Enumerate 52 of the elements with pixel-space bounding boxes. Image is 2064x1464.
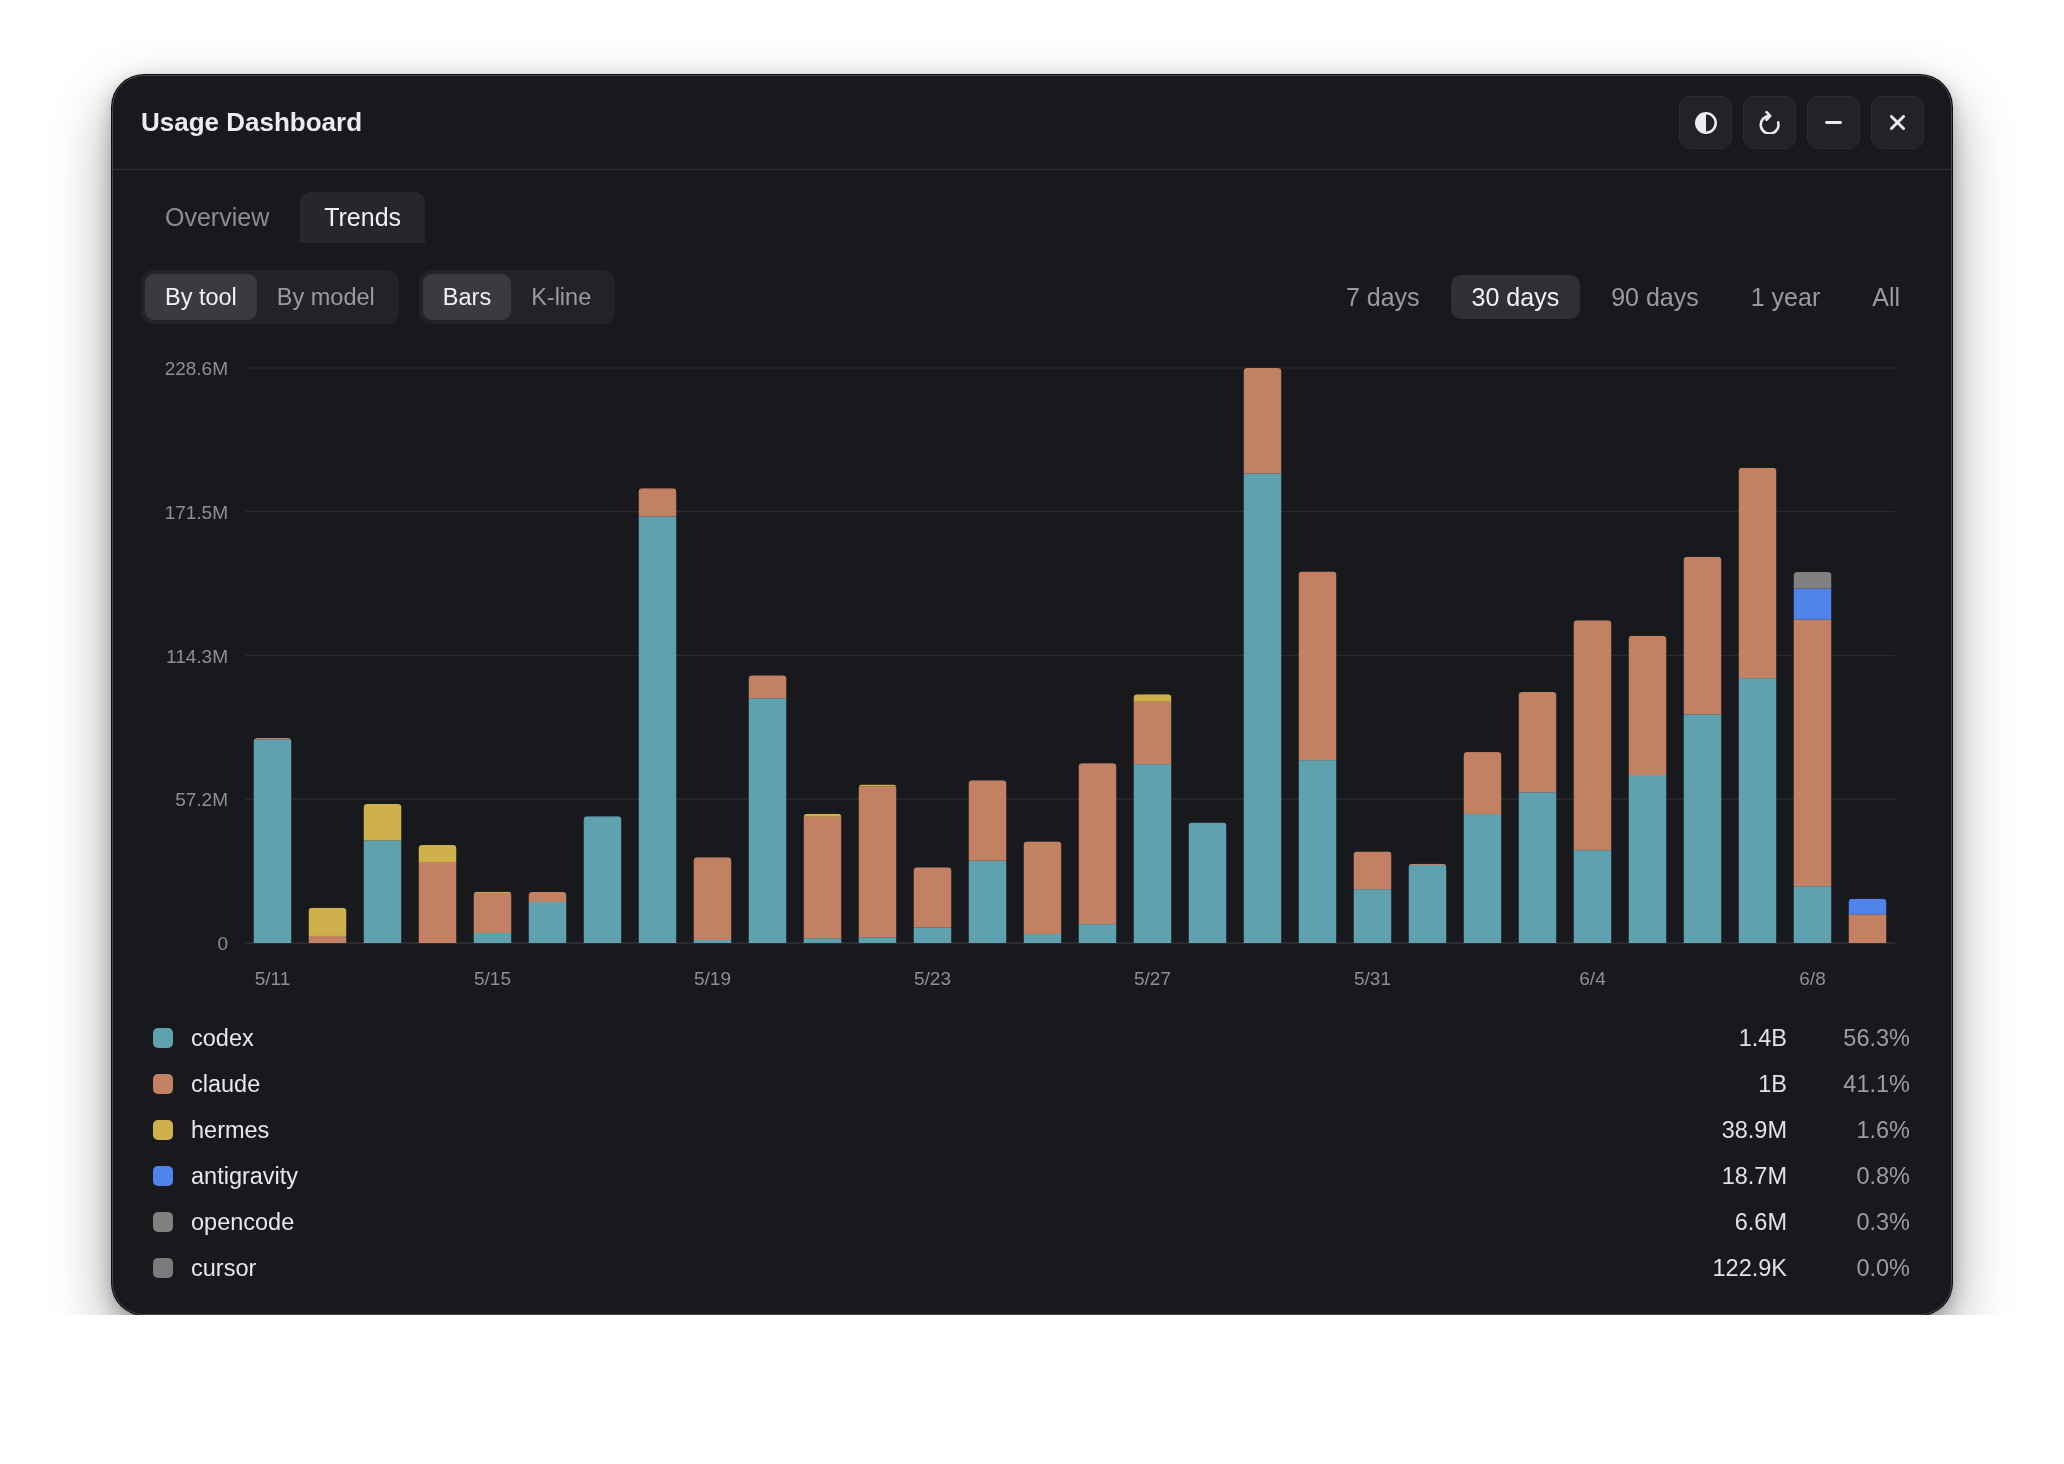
bar-segment [1353,889,1392,943]
x-axis-label: 5/31 [1354,968,1391,989]
range-button[interactable]: All [1851,275,1921,319]
legend-label: opencode [191,1208,295,1236]
y-axis-label: 57.2M [175,789,228,811]
y-axis-label: 228.6M [164,358,228,379]
refresh-icon [1759,111,1780,134]
legend-share: 56.3% [1843,1024,1910,1051]
legend-label: cursor [191,1254,257,1282]
segment-button[interactable]: By model [256,274,395,320]
bar-segment [1353,851,1392,890]
segment-button[interactable]: K-line [511,274,612,320]
x-axis-label: 5/23 [914,968,951,989]
legend-share: 41.1% [1843,1070,1910,1097]
range-button[interactable]: 30 days [1450,275,1581,319]
x-axis-label: 5/19 [694,968,731,989]
contrast-button[interactable] [1679,96,1732,149]
segment-button[interactable]: Bars [422,274,512,320]
window-title: Usage Dashboard [141,107,363,138]
legend-total: 6.6M [1734,1208,1787,1236]
tab[interactable]: Overview [141,192,294,243]
legend-share: 0.0% [1856,1254,1910,1281]
x-axis-label: 5/27 [1134,968,1171,989]
y-axis-label: 171.5M [164,501,228,523]
legend-total: 1B [1758,1070,1787,1098]
minus-icon [1825,121,1842,124]
range-button[interactable]: 7 days [1324,275,1441,319]
legend-share: 0.8% [1856,1162,1910,1189]
legend-share: 0.3% [1856,1208,1910,1235]
x-axis-label: 6/4 [1579,968,1606,989]
legend-label: claude [191,1070,261,1098]
legend-label: antigravity [191,1162,299,1190]
contrast-icon [1694,111,1717,134]
legend-total: 38.9M [1721,1116,1787,1144]
legend-total: 122.9K [1712,1254,1787,1282]
segment-button[interactable]: By tool [145,274,257,320]
legend-total: 18.7M [1721,1162,1787,1190]
legend-total: 1.4B [1738,1024,1787,1052]
x-axis-label: 5/15 [474,968,511,989]
range-button[interactable]: 1 year [1729,275,1842,319]
close-icon [1890,115,1905,130]
range-button[interactable]: 90 days [1590,275,1720,319]
y-axis-label: 0 [217,933,228,954]
legend-label: codex [191,1024,254,1052]
y-axis-label: 114.3M [166,645,228,667]
legend-share: 1.6% [1856,1116,1910,1143]
close-button[interactable] [1871,96,1924,149]
x-axis-label: 6/8 [1799,968,1826,989]
tab[interactable]: Trends [300,192,426,243]
x-axis-label: 5/11 [254,968,291,989]
legend-label: hermes [191,1116,270,1144]
refresh-button[interactable] [1743,96,1796,149]
